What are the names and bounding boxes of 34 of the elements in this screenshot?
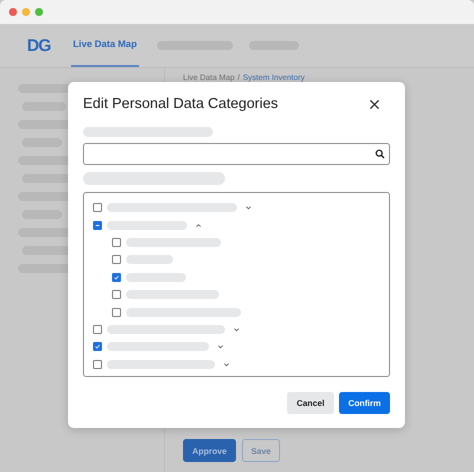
search-field[interactable] [83, 143, 390, 165]
placeholder-bar [22, 174, 70, 183]
nav-tab[interactable]: Live Data Map [71, 24, 139, 67]
checkbox[interactable] [112, 290, 121, 300]
check-icon [113, 274, 120, 281]
dialog-title: Edit Personal Data Categories [83, 96, 278, 112]
chevron-down-icon[interactable] [233, 326, 240, 332]
checkbox[interactable] [112, 238, 121, 247]
approve-button[interactable]: Approve [183, 439, 236, 462]
check-icon [94, 343, 101, 350]
close-icon[interactable] [369, 98, 380, 110]
checkbox[interactable] [93, 203, 102, 212]
checkbox[interactable] [93, 220, 102, 230]
logo: DG [27, 36, 51, 56]
chevron-down-icon[interactable] [217, 344, 224, 350]
checkbox[interactable] [93, 324, 102, 334]
chevron-down-icon[interactable] [223, 362, 230, 367]
placeholder-bar [126, 272, 186, 282]
chevron-down-icon[interactable] [245, 205, 252, 210]
checkbox[interactable] [112, 308, 121, 317]
checkbox[interactable] [93, 360, 102, 369]
breadcrumb-current[interactable]: System Inventory [242, 73, 305, 82]
chevron-up-icon[interactable] [195, 222, 202, 228]
save-button[interactable]: Save [242, 439, 280, 462]
breadcrumb-separator: / [238, 73, 240, 82]
search-icon[interactable] [375, 149, 385, 159]
checkbox[interactable] [93, 342, 102, 352]
breadcrumb-link[interactable]: Live Data Map [183, 73, 235, 82]
placeholder-bar [22, 102, 66, 111]
placeholder-bar [126, 255, 173, 264]
checkbox[interactable] [112, 255, 121, 264]
confirm-button[interactable]: Confirm [339, 392, 390, 414]
cancel-button[interactable]: Cancel [287, 392, 334, 414]
checkbox[interactable] [112, 272, 121, 282]
